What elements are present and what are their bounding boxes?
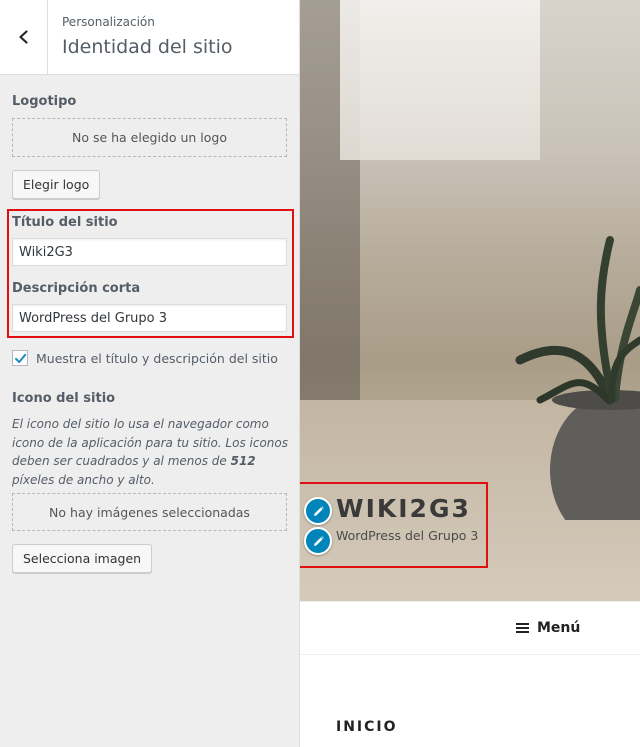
menu-toggle-button[interactable]: Menú [516,620,580,636]
highlight-box-preview-title [300,482,488,568]
panel-header: Personalización Identidad del sitio [0,0,299,75]
display-title-row: Muestra el título y descripción del siti… [12,350,278,366]
plant-image [515,236,640,520]
site-preview: WIKI2G3 WordPress del Grupo 3 Menú INICI… [300,0,640,747]
section-title: Identidad del sitio [62,36,233,58]
highlight-box-title-fields [7,209,294,338]
chevron-left-icon [18,30,28,44]
site-icon-label: Icono del sitio [12,391,116,406]
header-image-window [340,0,540,160]
site-icon-description-text-end: píxeles de ancho y alto. [12,472,155,487]
navigation-bar: Menú [300,601,640,655]
site-icon-description: El icono del sitio lo usa el navegador c… [12,415,290,489]
display-title-checkbox[interactable] [12,350,28,366]
customizer-panel: Personalización Identidad del sitio Logo… [0,0,300,747]
menu-label: Menú [537,620,581,636]
hamburger-icon [516,623,529,633]
page-section-heading: INICIO [336,719,398,735]
header-image: WIKI2G3 WordPress del Grupo 3 [300,0,640,601]
back-button[interactable] [0,0,48,74]
select-image-button[interactable]: Selecciona imagen [12,544,153,573]
breadcrumb: Personalización [62,15,155,29]
display-title-label: Muestra el título y descripción del siti… [36,350,278,366]
site-icon-placeholder[interactable]: No hay imágenes seleccionadas [12,493,287,531]
logo-placeholder[interactable]: No se ha elegido un logo [12,118,287,157]
logo-label: Logotipo [12,94,77,109]
choose-logo-button[interactable]: Elegir logo [12,170,101,199]
site-icon-size-value: 512 [230,454,256,468]
checkmark-icon [14,353,26,363]
